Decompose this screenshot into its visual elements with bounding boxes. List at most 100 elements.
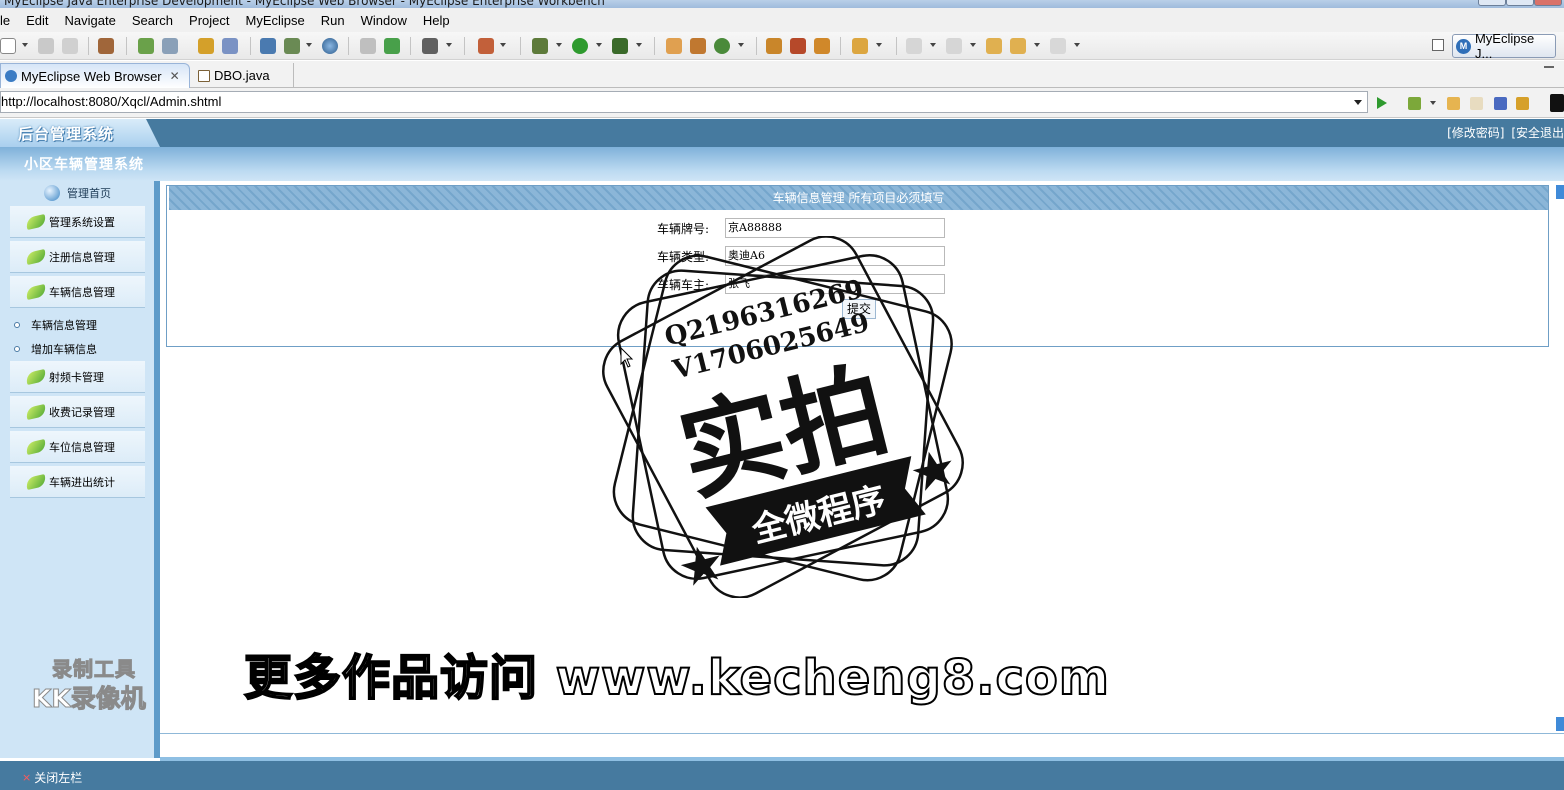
camera-icon[interactable] bbox=[422, 38, 438, 54]
sidebar-item-registration[interactable]: 注册信息管理 bbox=[10, 241, 145, 273]
chevron-down-icon[interactable] bbox=[636, 43, 642, 47]
new-package-icon[interactable] bbox=[690, 38, 706, 54]
open-folder-icon[interactable] bbox=[360, 38, 376, 54]
close-left-panel-button[interactable]: × 关闭左栏 bbox=[22, 769, 82, 786]
new-icon[interactable] bbox=[0, 38, 16, 54]
menu-window[interactable]: Window bbox=[353, 13, 415, 28]
window-title-bar: MyEclipse Java Enterprise Development - … bbox=[0, 0, 1564, 8]
leaf-icon bbox=[24, 368, 48, 385]
edit-icon[interactable] bbox=[790, 38, 806, 54]
site-watermark: 更多作品访问 www.kecheng8.com bbox=[243, 649, 1110, 707]
wizard-icon[interactable] bbox=[198, 38, 214, 54]
scroll-up-button[interactable] bbox=[1556, 185, 1564, 199]
folder-icon[interactable] bbox=[852, 38, 868, 54]
menu-project[interactable]: Project bbox=[181, 13, 237, 28]
chevron-down-icon[interactable] bbox=[306, 43, 312, 47]
chevron-down-icon[interactable] bbox=[1034, 43, 1040, 47]
back-icon[interactable] bbox=[1010, 38, 1026, 54]
menu-run[interactable]: Run bbox=[313, 13, 353, 28]
last-edit-icon[interactable] bbox=[986, 38, 1002, 54]
sidebar-home[interactable]: 管理首页 bbox=[44, 185, 111, 201]
stop-icon[interactable] bbox=[1494, 97, 1507, 110]
sidebar-item-vehicle-stats[interactable]: 车辆进出统计 bbox=[10, 466, 145, 498]
url-input[interactable]: http://localhost:8080/Xqcl/Admin.shtml bbox=[0, 91, 1368, 113]
run-icon[interactable] bbox=[572, 38, 588, 54]
next-annotation-icon[interactable] bbox=[906, 38, 922, 54]
minimize-window-button[interactable] bbox=[1478, 0, 1506, 6]
url-history-dropdown-icon[interactable] bbox=[1354, 100, 1362, 105]
server-icon[interactable] bbox=[138, 38, 154, 54]
open-perspective-icon[interactable] bbox=[1432, 39, 1444, 51]
sidebar-subitem-label: 车辆信息管理 bbox=[31, 319, 97, 332]
toolbar-separator bbox=[840, 37, 841, 55]
sidebar-item-parking-space[interactable]: 车位信息管理 bbox=[10, 431, 145, 463]
browser-back-icon[interactable] bbox=[1447, 97, 1460, 110]
perspective-switcher[interactable]: M MyEclipse J... bbox=[1452, 31, 1556, 61]
hierarchy-icon[interactable] bbox=[260, 38, 276, 54]
scroll-down-button[interactable] bbox=[1556, 717, 1564, 731]
add-icon[interactable] bbox=[384, 38, 400, 54]
debug-icon[interactable] bbox=[532, 38, 548, 54]
save-icon[interactable] bbox=[38, 38, 54, 54]
leaf-icon bbox=[24, 438, 48, 455]
sidebar-item-label: 车辆信息管理 bbox=[49, 285, 115, 299]
open-type-icon[interactable] bbox=[284, 38, 300, 54]
chevron-down-icon[interactable] bbox=[970, 43, 976, 47]
tab-web-browser[interactable]: MyEclipse Web Browser ✕ bbox=[0, 63, 190, 88]
sidebar-subitem-vehicle-info[interactable]: 车辆信息管理 bbox=[14, 317, 97, 333]
maximize-window-button[interactable] bbox=[1506, 0, 1534, 6]
search-file-icon[interactable] bbox=[222, 38, 238, 54]
sidebar-item-fee-records[interactable]: 收费记录管理 bbox=[10, 396, 145, 428]
sidebar-item-vehicle-info[interactable]: 车辆信息管理 bbox=[10, 276, 145, 308]
change-password-link[interactable]: [修改密码] bbox=[1447, 126, 1504, 140]
package-icon[interactable] bbox=[98, 38, 114, 54]
page-scrollbar[interactable] bbox=[1555, 185, 1564, 733]
profile-icon[interactable] bbox=[478, 38, 494, 54]
sidebar-home-label: 管理首页 bbox=[67, 187, 111, 200]
menu-file[interactable]: le bbox=[0, 13, 18, 28]
tab-dbo-java[interactable]: DBO.java bbox=[194, 63, 294, 88]
print-icon[interactable] bbox=[62, 38, 78, 54]
chevron-down-icon[interactable] bbox=[22, 43, 28, 47]
minimize-view-icon[interactable] bbox=[1544, 66, 1554, 68]
chevron-down-icon[interactable] bbox=[738, 43, 744, 47]
sidebar-item-label: 车辆进出统计 bbox=[49, 475, 115, 489]
menu-myeclipse[interactable]: MyEclipse bbox=[238, 13, 313, 28]
refresh-icon[interactable] bbox=[714, 38, 730, 54]
forward-icon[interactable] bbox=[1050, 38, 1066, 54]
task-icon[interactable] bbox=[814, 38, 830, 54]
deploy-icon[interactable] bbox=[162, 38, 178, 54]
browser-refresh-icon[interactable] bbox=[1516, 97, 1529, 110]
prev-annotation-icon[interactable] bbox=[946, 38, 962, 54]
chevron-down-icon[interactable] bbox=[876, 43, 882, 47]
chevron-down-icon[interactable] bbox=[1430, 101, 1436, 105]
toolbar-separator bbox=[88, 37, 89, 55]
chevron-down-icon[interactable] bbox=[596, 43, 602, 47]
logout-link[interactable]: [安全退出 bbox=[1511, 126, 1564, 140]
bookmark-icon[interactable] bbox=[1408, 97, 1421, 110]
menu-navigate[interactable]: Navigate bbox=[57, 13, 124, 28]
content-divider bbox=[160, 733, 1564, 734]
open-project-icon[interactable] bbox=[766, 38, 782, 54]
chevron-down-icon[interactable] bbox=[556, 43, 562, 47]
close-icon[interactable]: ✕ bbox=[170, 69, 180, 83]
plate-number-input[interactable]: 京A88888 bbox=[725, 218, 945, 238]
menu-help[interactable]: Help bbox=[415, 13, 458, 28]
globe-icon[interactable] bbox=[322, 38, 338, 54]
sidebar-item-system-settings[interactable]: 管理系统设置 bbox=[10, 206, 145, 238]
menu-edit[interactable]: Edit bbox=[18, 13, 56, 28]
go-icon[interactable] bbox=[1377, 97, 1387, 109]
chevron-down-icon[interactable] bbox=[1074, 43, 1080, 47]
menu-search[interactable]: Search bbox=[124, 13, 181, 28]
chevron-down-icon[interactable] bbox=[446, 43, 452, 47]
external-tools-icon[interactable] bbox=[612, 38, 628, 54]
chevron-down-icon[interactable] bbox=[500, 43, 506, 47]
console-icon[interactable] bbox=[1550, 94, 1564, 112]
close-window-button[interactable] bbox=[1534, 0, 1562, 6]
chevron-down-icon[interactable] bbox=[930, 43, 936, 47]
browser-forward-icon[interactable] bbox=[1470, 97, 1483, 110]
sidebar-subitem-add-vehicle[interactable]: 增加车辆信息 bbox=[14, 341, 97, 357]
sidebar-item-rfid-card[interactable]: 射频卡管理 bbox=[10, 361, 145, 393]
main-toolbar bbox=[0, 32, 1564, 60]
new-class-icon[interactable] bbox=[666, 38, 682, 54]
